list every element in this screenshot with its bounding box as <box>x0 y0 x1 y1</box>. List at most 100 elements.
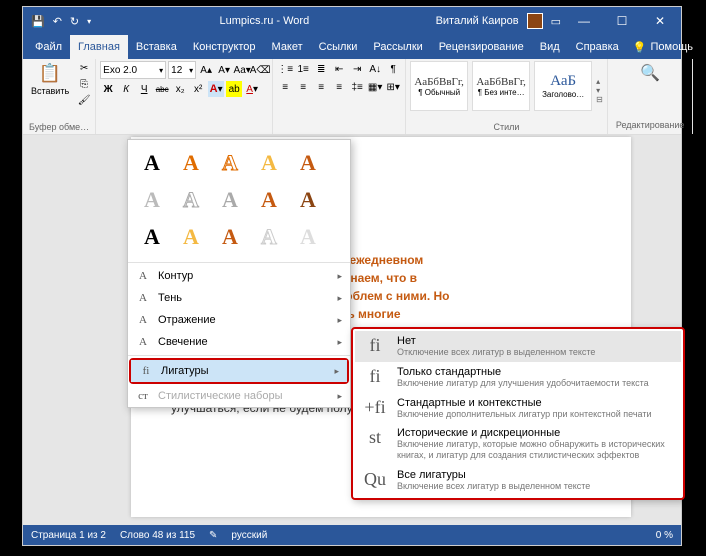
qat-dropdown-icon[interactable]: ▾ <box>87 17 91 26</box>
shading-icon[interactable]: ▦▾ <box>367 79 383 95</box>
ligature-sample-icon: fi <box>361 335 389 356</box>
spell-check-icon[interactable]: ✎ <box>209 530 217 541</box>
clear-format-icon[interactable]: A⌫ <box>252 62 268 78</box>
ligature-option[interactable]: fi Только стандартныеВключение лигатур д… <box>355 362 681 393</box>
effect-preset[interactable]: A <box>290 220 326 254</box>
style-no-spacing[interactable]: АаБбВвГг,¶ Без инте… <box>472 61 530 111</box>
stylistic-sets-menu-item[interactable]: стСтилистические наборы▸ <box>128 385 350 407</box>
glow-icon: A <box>136 336 150 348</box>
tab-view[interactable]: Вид <box>532 35 568 59</box>
maximize-button[interactable]: ☐ <box>607 7 637 35</box>
highlight-button[interactable]: ab <box>226 81 242 97</box>
effect-preset[interactable]: A <box>134 183 170 217</box>
shadow-menu-item[interactable]: AТень▸ <box>128 287 350 309</box>
redo-icon[interactable]: ↻ <box>70 15 79 28</box>
numbering-icon[interactable]: 1≡ <box>295 61 311 77</box>
shadow-icon: A <box>136 292 150 304</box>
tab-help[interactable]: Справка <box>568 35 627 59</box>
minimize-button[interactable]: — <box>569 7 599 35</box>
superscript-button[interactable]: x² <box>190 81 206 97</box>
font-size-combo[interactable]: 12▾ <box>168 61 196 79</box>
style-up-icon[interactable]: ▴ <box>596 77 603 86</box>
autosave-icon[interactable]: 💾 <box>31 15 45 28</box>
text-effects-button[interactable]: A▾ <box>208 81 224 97</box>
ligature-option[interactable]: fi НетОтключение всех лигатур в выделенн… <box>355 331 681 362</box>
ligature-option[interactable]: +fi Стандартные и контекстныеВключение д… <box>355 393 681 424</box>
paragraph-group: ⋮≡ 1≡ ≣ ⇤ ⇥ A↓ ¶ ≡ ≡ ≡ ≡ ‡≡ ▦▾ ⊞▾ <box>273 59 406 134</box>
decrease-indent-icon[interactable]: ⇤ <box>331 61 347 77</box>
share-button[interactable]: 👤 Поделиться <box>699 35 706 59</box>
effect-preset[interactable]: A <box>134 220 170 254</box>
tab-references[interactable]: Ссылки <box>311 35 366 59</box>
effect-preset[interactable]: A <box>251 183 287 217</box>
effect-preset[interactable]: A <box>251 146 287 180</box>
copy-icon[interactable]: ⎘ <box>77 77 91 91</box>
effect-preset[interactable]: A <box>251 220 287 254</box>
format-painter-icon[interactable]: 🖌 <box>77 93 91 107</box>
tell-me-button[interactable]: 💡 Помощь <box>627 35 699 59</box>
line-spacing-icon[interactable]: ‡≡ <box>349 79 365 95</box>
effect-preset[interactable]: A <box>173 146 209 180</box>
effect-preset[interactable]: A <box>290 146 326 180</box>
reflection-menu-item[interactable]: AОтражение▸ <box>128 309 350 331</box>
tab-review[interactable]: Рецензирование <box>431 35 532 59</box>
page-indicator[interactable]: Страница 1 из 2 <box>31 530 106 541</box>
tab-layout[interactable]: Макет <box>264 35 311 59</box>
align-left-icon[interactable]: ≡ <box>277 79 293 95</box>
style-gallery-icon[interactable]: ⊟ <box>596 95 603 104</box>
show-marks-icon[interactable]: ¶ <box>385 61 401 77</box>
subscript-button[interactable]: x₂ <box>172 81 188 97</box>
grow-font-icon[interactable]: A▴ <box>198 62 214 78</box>
ligature-option[interactable]: st Исторические и дискреционныеВключение… <box>355 423 681 465</box>
effect-preset[interactable]: A <box>290 183 326 217</box>
outline-menu-item[interactable]: AКонтур▸ <box>128 265 350 287</box>
sort-icon[interactable]: A↓ <box>367 61 383 77</box>
multilevel-icon[interactable]: ≣ <box>313 61 329 77</box>
align-right-icon[interactable]: ≡ <box>313 79 329 95</box>
ribbon-options-icon[interactable]: ▭ <box>551 15 561 28</box>
underline-button[interactable]: Ч <box>136 81 152 97</box>
tab-file[interactable]: Файл <box>27 35 70 59</box>
change-case-icon[interactable]: Aa▾ <box>234 62 250 78</box>
effect-preset[interactable]: A <box>173 220 209 254</box>
effect-preset[interactable]: A <box>134 146 170 180</box>
tab-insert[interactable]: Вставка <box>128 35 185 59</box>
strike-button[interactable]: abc <box>154 81 170 97</box>
effect-preset[interactable]: A <box>212 183 248 217</box>
paste-button[interactable]: 📋 Вставить <box>27 61 73 120</box>
tab-mailings[interactable]: Рассылки <box>365 35 430 59</box>
increase-indent-icon[interactable]: ⇥ <box>349 61 365 77</box>
style-down-icon[interactable]: ▾ <box>596 86 603 95</box>
style-normal[interactable]: АаБбВвГг,¶ Обычный <box>410 61 468 111</box>
language-indicator[interactable]: русский <box>231 530 267 541</box>
justify-icon[interactable]: ≡ <box>331 79 347 95</box>
shrink-font-icon[interactable]: A▾ <box>216 62 232 78</box>
word-count[interactable]: Слово 48 из 115 <box>120 530 195 541</box>
ligature-option[interactable]: Qu Все лигатурыВключение всех лигатур в … <box>355 465 681 496</box>
ligature-sample-icon: +fi <box>361 397 389 418</box>
find-icon[interactable]: 🔍 <box>640 63 660 83</box>
glow-menu-item[interactable]: AСвечение▸ <box>128 331 350 353</box>
editing-group: 🔍 Редактирование <box>608 59 694 134</box>
effect-preset[interactable]: A <box>212 220 248 254</box>
ribbon-tabs: Файл Главная Вставка Конструктор Макет С… <box>23 35 681 59</box>
effect-preset[interactable]: A <box>173 183 209 217</box>
zoom-level[interactable]: 0 % <box>656 530 673 541</box>
cut-icon[interactable]: ✂ <box>77 61 91 75</box>
user-avatar[interactable] <box>527 13 543 29</box>
bold-button[interactable]: Ж <box>100 81 116 97</box>
close-button[interactable]: ✕ <box>645 7 675 35</box>
user-name: Виталий Каиров <box>436 15 519 27</box>
ligatures-menu-item[interactable]: fiЛигатуры▸ <box>131 360 347 382</box>
style-heading[interactable]: АаБЗаголово… <box>534 61 592 111</box>
borders-icon[interactable]: ⊞▾ <box>385 79 401 95</box>
effect-preset[interactable]: A <box>212 146 248 180</box>
bullets-icon[interactable]: ⋮≡ <box>277 61 293 77</box>
font-name-combo[interactable]: Exo 2.0▾ <box>100 61 166 79</box>
tab-home[interactable]: Главная <box>70 35 128 59</box>
tab-design[interactable]: Конструктор <box>185 35 264 59</box>
font-color-button[interactable]: A▾ <box>244 81 260 97</box>
undo-icon[interactable]: ↶ <box>53 15 62 28</box>
align-center-icon[interactable]: ≡ <box>295 79 311 95</box>
italic-button[interactable]: К <box>118 81 134 97</box>
